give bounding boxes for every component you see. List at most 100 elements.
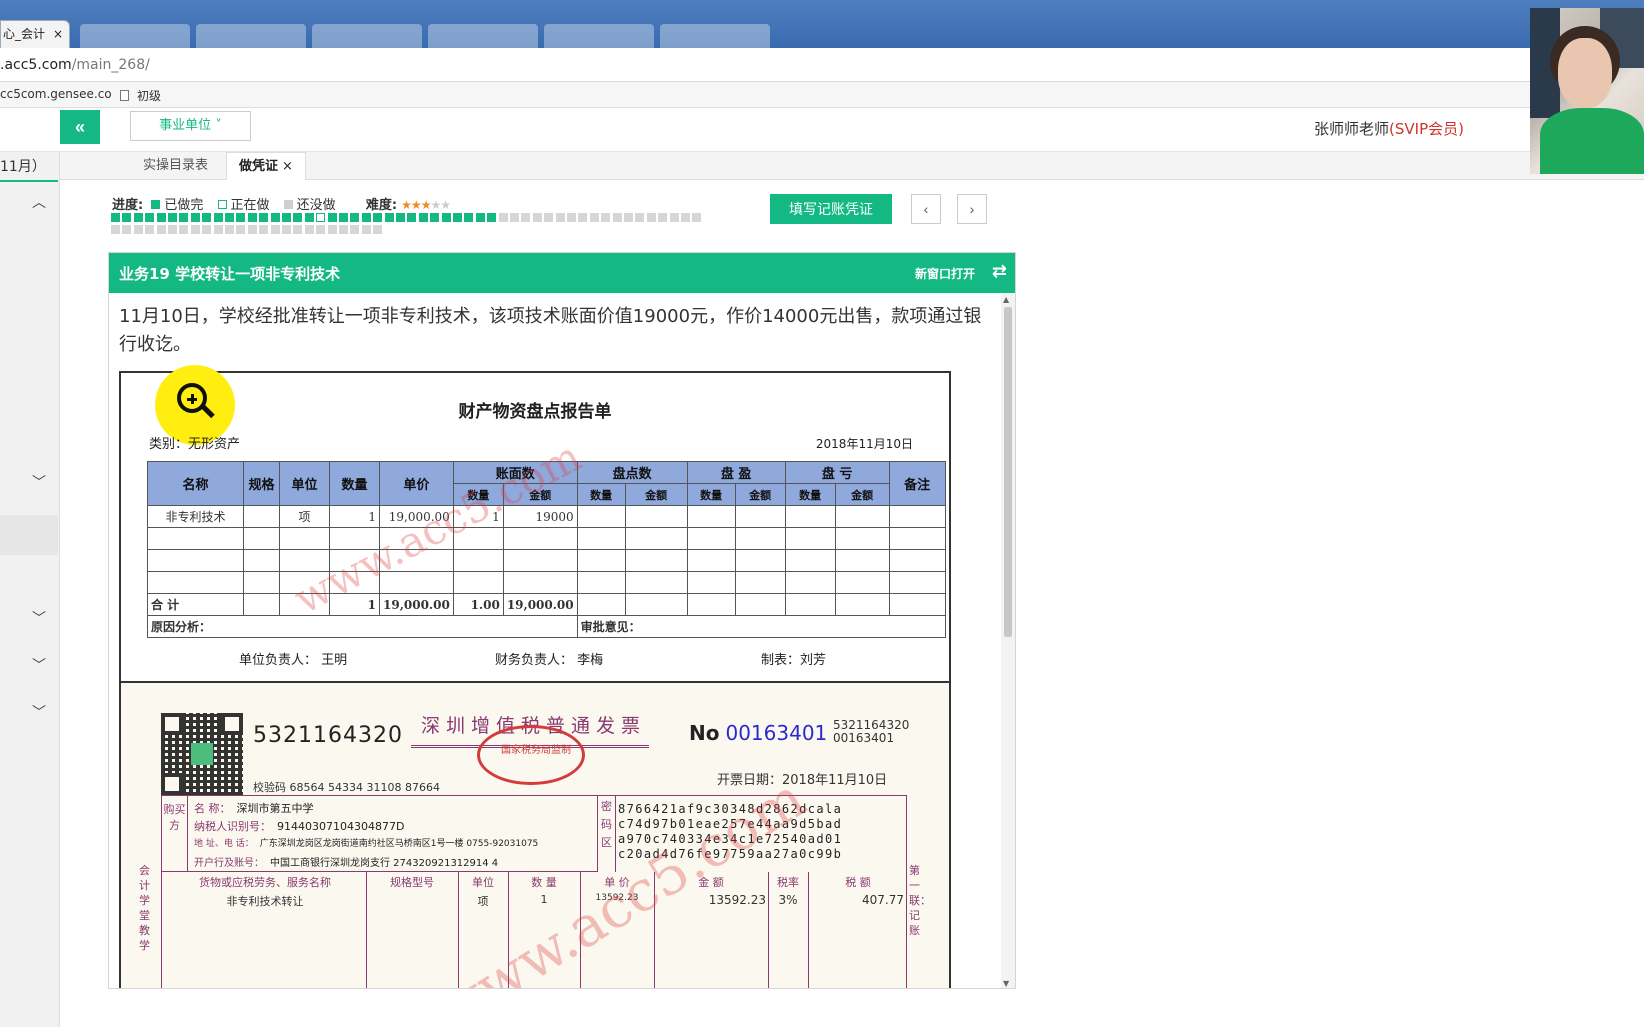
browser-tab[interactable] bbox=[80, 24, 190, 48]
progress-cell[interactable] bbox=[555, 213, 565, 222]
chevron-down-icon[interactable]: ﹀ bbox=[32, 608, 46, 628]
progress-cell[interactable] bbox=[225, 225, 234, 234]
next-task-button[interactable]: › bbox=[957, 194, 987, 224]
progress-cell[interactable] bbox=[681, 213, 690, 222]
progress-cell[interactable] bbox=[304, 213, 314, 222]
progress-cell[interactable] bbox=[624, 213, 633, 222]
address-bar[interactable]: .acc5.com/main_268/ bbox=[0, 48, 1644, 82]
progress-cell[interactable] bbox=[578, 213, 588, 222]
progress-cell[interactable] bbox=[179, 225, 189, 234]
progress-cell[interactable] bbox=[601, 213, 611, 222]
panel-scrollbar[interactable]: ▲ ▼ bbox=[1001, 293, 1015, 988]
progress-cell[interactable] bbox=[190, 213, 200, 222]
browser-tab-active[interactable]: 心_会计 × bbox=[0, 20, 70, 48]
progress-cell[interactable] bbox=[396, 213, 405, 222]
progress-cell[interactable] bbox=[122, 213, 132, 222]
progress-cell[interactable] bbox=[168, 225, 177, 234]
progress-cell[interactable] bbox=[111, 213, 120, 222]
prev-task-button[interactable]: ‹ bbox=[911, 194, 941, 224]
progress-cell[interactable] bbox=[270, 225, 280, 234]
progress-cell[interactable] bbox=[202, 225, 212, 234]
progress-cell[interactable] bbox=[316, 213, 326, 222]
tab-make-voucher[interactable]: 做凭证 × bbox=[226, 152, 306, 180]
progress-cell[interactable] bbox=[133, 225, 143, 234]
progress-cell[interactable] bbox=[361, 225, 371, 234]
progress-cell[interactable] bbox=[407, 213, 417, 222]
scroll-down-icon[interactable]: ▼ bbox=[1003, 979, 1009, 988]
progress-cell[interactable] bbox=[430, 213, 440, 222]
progress-cell[interactable] bbox=[202, 213, 212, 222]
close-icon[interactable]: × bbox=[282, 159, 293, 174]
progress-cell[interactable] bbox=[373, 213, 383, 222]
progress-cell[interactable] bbox=[487, 213, 497, 222]
progress-cell[interactable] bbox=[612, 213, 622, 222]
progress-cell[interactable] bbox=[350, 213, 360, 222]
progress-cell[interactable] bbox=[225, 213, 234, 222]
browser-tab[interactable] bbox=[660, 24, 770, 48]
open-new-window-link[interactable]: 新窗口打开 bbox=[915, 265, 975, 282]
bookmark-item[interactable]: 初级 bbox=[120, 87, 161, 104]
progress-cell[interactable] bbox=[373, 225, 383, 234]
progress-cell[interactable] bbox=[282, 213, 291, 222]
scroll-thumb[interactable] bbox=[1004, 307, 1012, 637]
swap-icon[interactable]: ⇄ bbox=[992, 261, 1007, 282]
progress-cell[interactable] bbox=[304, 225, 314, 234]
progress-cell[interactable] bbox=[259, 225, 269, 234]
tab-practice-catalog[interactable]: 实操目录表 bbox=[131, 152, 220, 180]
progress-cell[interactable] bbox=[567, 213, 576, 222]
progress-cell[interactable] bbox=[441, 213, 451, 222]
scroll-up-icon[interactable]: ▲ bbox=[1003, 295, 1009, 304]
progress-cell[interactable] bbox=[646, 213, 656, 222]
url-text[interactable]: .acc5.com/main_268/ bbox=[0, 57, 150, 73]
progress-cell[interactable] bbox=[179, 213, 189, 222]
progress-cell[interactable] bbox=[247, 225, 257, 234]
progress-cell[interactable] bbox=[293, 225, 303, 234]
close-icon[interactable]: × bbox=[53, 21, 63, 47]
progress-cell[interactable] bbox=[156, 213, 166, 222]
unit-type-select[interactable]: 事业单位 ˅ bbox=[130, 111, 251, 141]
progress-cell[interactable] bbox=[145, 213, 155, 222]
progress-cell[interactable] bbox=[475, 213, 485, 222]
progress-cell[interactable] bbox=[122, 225, 132, 234]
browser-tab[interactable] bbox=[428, 24, 538, 48]
browser-tab[interactable] bbox=[196, 24, 306, 48]
progress-cell[interactable] bbox=[635, 213, 645, 222]
progress-cell[interactable] bbox=[453, 213, 462, 222]
progress-cell[interactable] bbox=[145, 225, 155, 234]
chevron-up-icon[interactable]: ︿ bbox=[32, 192, 46, 212]
sidebar-item-selected[interactable] bbox=[0, 515, 58, 555]
progress-cell[interactable] bbox=[532, 213, 542, 222]
fill-voucher-button[interactable]: 填写记账凭证 bbox=[770, 194, 892, 224]
progress-cell[interactable] bbox=[282, 225, 291, 234]
chevron-down-icon[interactable]: ﹀ bbox=[32, 472, 46, 492]
progress-cell[interactable] bbox=[521, 213, 531, 222]
chevron-down-icon[interactable]: ﹀ bbox=[32, 702, 46, 722]
progress-cell[interactable] bbox=[247, 213, 257, 222]
bookmark-item[interactable]: cc5com.gensee.co bbox=[0, 87, 112, 101]
progress-cell[interactable] bbox=[418, 213, 428, 222]
progress-cell[interactable] bbox=[111, 225, 120, 234]
progress-cell[interactable] bbox=[236, 225, 246, 234]
collapse-sidebar-button[interactable]: « bbox=[60, 110, 100, 144]
progress-cell[interactable] bbox=[339, 225, 348, 234]
progress-cell[interactable] bbox=[384, 213, 394, 222]
progress-cell[interactable] bbox=[669, 213, 679, 222]
sidebar-month-label[interactable]: 11月） bbox=[0, 152, 58, 182]
progress-cell[interactable] bbox=[236, 213, 246, 222]
progress-cell[interactable] bbox=[327, 213, 337, 222]
progress-cell[interactable] bbox=[544, 213, 554, 222]
progress-cell[interactable] bbox=[133, 213, 143, 222]
progress-cell[interactable] bbox=[293, 213, 303, 222]
chevron-down-icon[interactable]: ﹀ bbox=[32, 655, 46, 675]
progress-cell[interactable] bbox=[589, 213, 599, 222]
progress-cell[interactable] bbox=[327, 225, 337, 234]
progress-cell[interactable] bbox=[658, 213, 668, 222]
progress-cell[interactable] bbox=[270, 213, 280, 222]
progress-cell[interactable] bbox=[361, 213, 371, 222]
browser-tab[interactable] bbox=[544, 24, 654, 48]
browser-tab[interactable] bbox=[312, 24, 422, 48]
progress-cell[interactable] bbox=[259, 213, 269, 222]
user-info[interactable]: 张师师老师(SVIP会员) bbox=[1314, 118, 1464, 139]
progress-cell[interactable] bbox=[692, 213, 702, 222]
progress-cell[interactable] bbox=[498, 213, 508, 222]
